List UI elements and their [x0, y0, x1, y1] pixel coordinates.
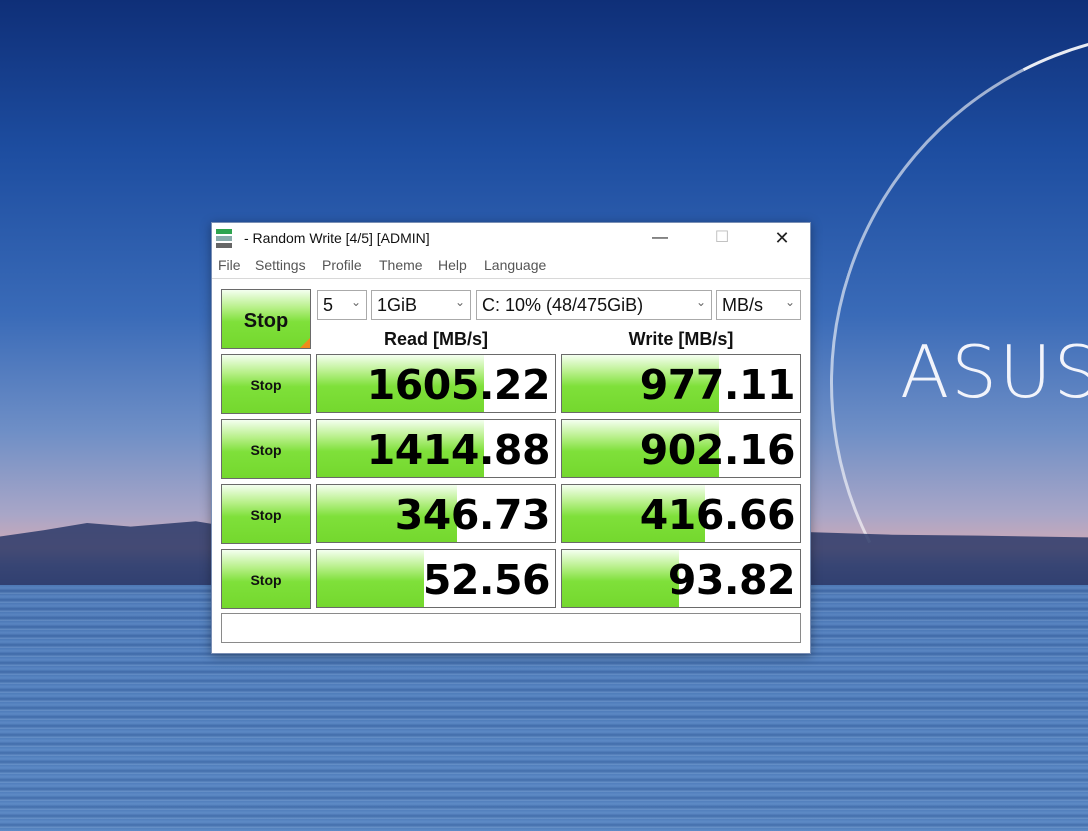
window-title: - Random Write [4/5] [ADMIN] [244, 230, 430, 246]
drive-value: C: 10% (48/475GiB) [482, 295, 644, 315]
row-1-write-value: 977.11 [639, 361, 796, 409]
row-4-stop-button[interactable]: Stop [221, 549, 311, 609]
write-column-header: Write [MB/s] [628, 329, 734, 349]
menu-settings[interactable]: Settings [255, 257, 306, 273]
running-indicator-corner [300, 338, 310, 348]
app-window: - Random Write [4/5] [ADMIN] — ☐ ✕ File … [211, 222, 811, 654]
status-bar [221, 613, 801, 643]
maximize-button[interactable]: ☐ [699, 223, 745, 253]
row-3-read-result: 346.73 [316, 484, 556, 543]
chevron-down-icon: ⌄ [350, 295, 361, 309]
title-bar[interactable]: - Random Write [4/5] [ADMIN] — ☐ ✕ [212, 223, 810, 255]
stop-all-button[interactable]: Stop [221, 289, 311, 349]
row-3-read-value: 346.73 [394, 491, 551, 539]
row-2-write-result: 902.16 [561, 419, 801, 478]
row-2-stop-button[interactable]: Stop [221, 419, 311, 479]
stop-all-label: Stop [243, 310, 289, 332]
menu-bar: File Settings Profile Theme Help Languag… [212, 255, 810, 277]
minimize-button[interactable]: — [637, 223, 683, 253]
row-1-stop-button[interactable]: Stop [221, 354, 311, 414]
row-1-write-result: 977.11 [561, 354, 801, 413]
wallpaper-brand-text: ASUS [900, 330, 1088, 414]
row-4-read-value: 52.56 [422, 556, 551, 604]
row-2-read-value: 1414.88 [366, 426, 551, 474]
read-column-header: Read [MB/s] [383, 329, 488, 349]
drive-select[interactable]: C: 10% (48/475GiB) ⌄ [476, 290, 712, 320]
row-3-write-result: 416.66 [561, 484, 801, 543]
row-4-write-bar [562, 550, 679, 607]
row-3-stop-button[interactable]: Stop [221, 484, 311, 544]
row-3-write-value: 416.66 [639, 491, 796, 539]
close-button[interactable]: ✕ [759, 223, 805, 253]
row-1-read-result: 1605.22 [316, 354, 556, 413]
menu-profile[interactable]: Profile [322, 257, 362, 273]
test-count-value: 5 [323, 295, 334, 315]
menu-theme[interactable]: Theme [379, 257, 423, 273]
menu-file[interactable]: File [218, 257, 241, 273]
unit-value: MB/s [722, 295, 764, 315]
row-4-write-result: 93.82 [561, 549, 801, 608]
test-size-value: 1GiB [377, 295, 418, 315]
row-4-read-result: 52.56 [316, 549, 556, 608]
test-count-select[interactable]: 5 ⌄ [317, 290, 367, 320]
test-size-select[interactable]: 1GiB ⌄ [371, 290, 471, 320]
chevron-down-icon: ⌄ [695, 295, 706, 309]
menu-language[interactable]: Language [484, 257, 546, 273]
row-2-read-result: 1414.88 [316, 419, 556, 478]
unit-select[interactable]: MB/s ⌄ [716, 290, 801, 320]
app-icon [216, 229, 234, 248]
chevron-down-icon: ⌄ [784, 295, 795, 309]
menu-divider [212, 278, 810, 279]
row-1-read-value: 1605.22 [366, 361, 551, 409]
menu-help[interactable]: Help [438, 257, 467, 273]
row-4-read-bar [317, 550, 425, 607]
row-2-write-value: 902.16 [639, 426, 796, 474]
chevron-down-icon: ⌄ [454, 295, 465, 309]
row-4-write-value: 93.82 [667, 556, 796, 604]
